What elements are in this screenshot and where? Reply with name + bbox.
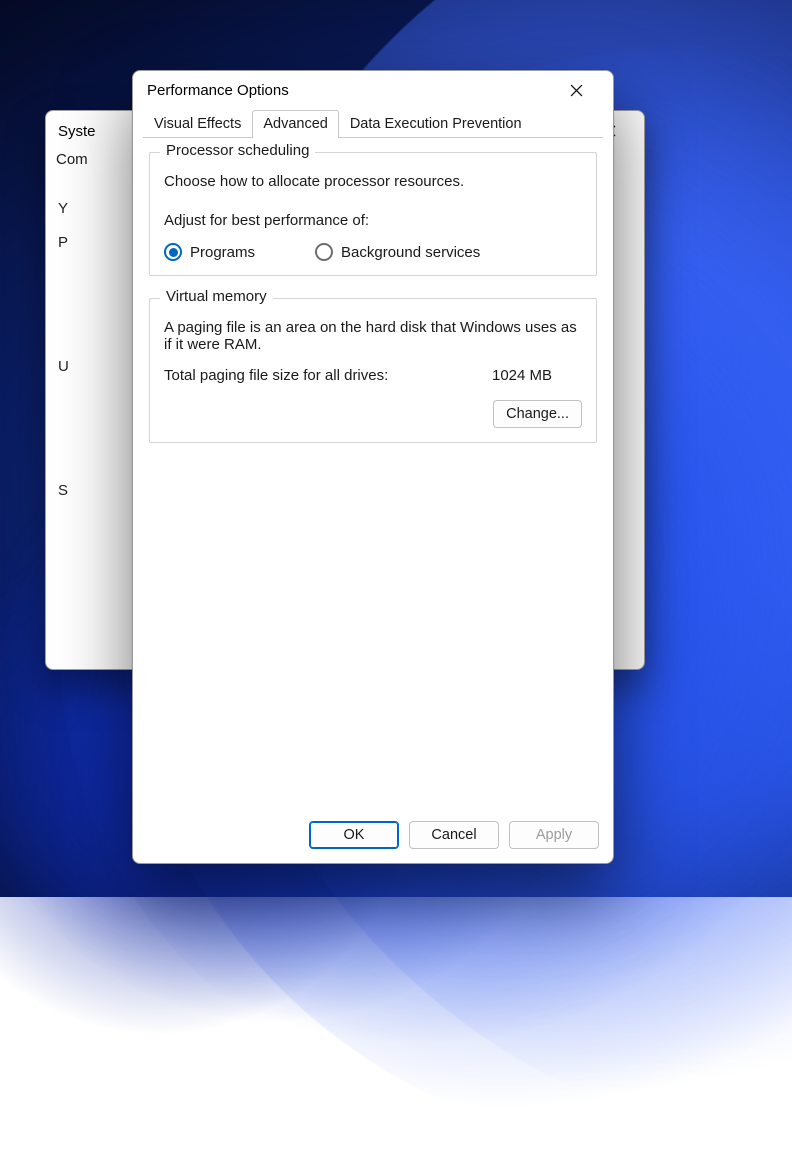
radio-background-label: Background services bbox=[341, 244, 480, 261]
performance-options-dialog: Performance Options Visual Effects Advan… bbox=[132, 70, 614, 864]
tab-advanced[interactable]: Advanced bbox=[252, 110, 339, 138]
radio-dot-icon bbox=[164, 243, 182, 261]
apply-button[interactable]: Apply bbox=[509, 821, 599, 849]
sysprop-row-p: P bbox=[58, 234, 68, 251]
tab-dep[interactable]: Data Execution Prevention bbox=[339, 110, 533, 138]
processor-adjust-label: Adjust for best performance of: bbox=[164, 212, 582, 229]
total-paging-label: Total paging file size for all drives: bbox=[164, 367, 492, 384]
sysprop-row-s: S bbox=[58, 482, 68, 499]
change-button[interactable]: Change... bbox=[493, 400, 582, 428]
virtual-memory-legend: Virtual memory bbox=[160, 288, 273, 305]
dialog-title: Performance Options bbox=[147, 82, 553, 99]
ok-button[interactable]: OK bbox=[309, 821, 399, 849]
sysprop-title: Syste bbox=[58, 123, 96, 140]
tab-visual-effects[interactable]: Visual Effects bbox=[143, 110, 252, 138]
virtual-memory-group: Virtual memory A paging file is an area … bbox=[149, 298, 597, 443]
processor-scheduling-group: Processor scheduling Choose how to alloc… bbox=[149, 152, 597, 276]
sysprop-row-y: Y bbox=[58, 200, 68, 217]
total-paging-value: 1024 MB bbox=[492, 367, 582, 384]
radio-background-services[interactable]: Background services bbox=[315, 243, 480, 261]
radio-programs[interactable]: Programs bbox=[164, 243, 255, 261]
cancel-button[interactable]: Cancel bbox=[409, 821, 499, 849]
virtual-memory-description: A paging file is an area on the hard dis… bbox=[164, 319, 582, 353]
radio-dot-icon bbox=[315, 243, 333, 261]
sysprop-tab-fragment: Com bbox=[56, 151, 88, 168]
processor-legend: Processor scheduling bbox=[160, 142, 315, 159]
sysprop-row-u: U bbox=[58, 358, 69, 375]
radio-programs-label: Programs bbox=[190, 244, 255, 261]
processor-description: Choose how to allocate processor resourc… bbox=[164, 173, 582, 190]
close-icon bbox=[570, 84, 583, 97]
close-button[interactable] bbox=[553, 75, 599, 105]
